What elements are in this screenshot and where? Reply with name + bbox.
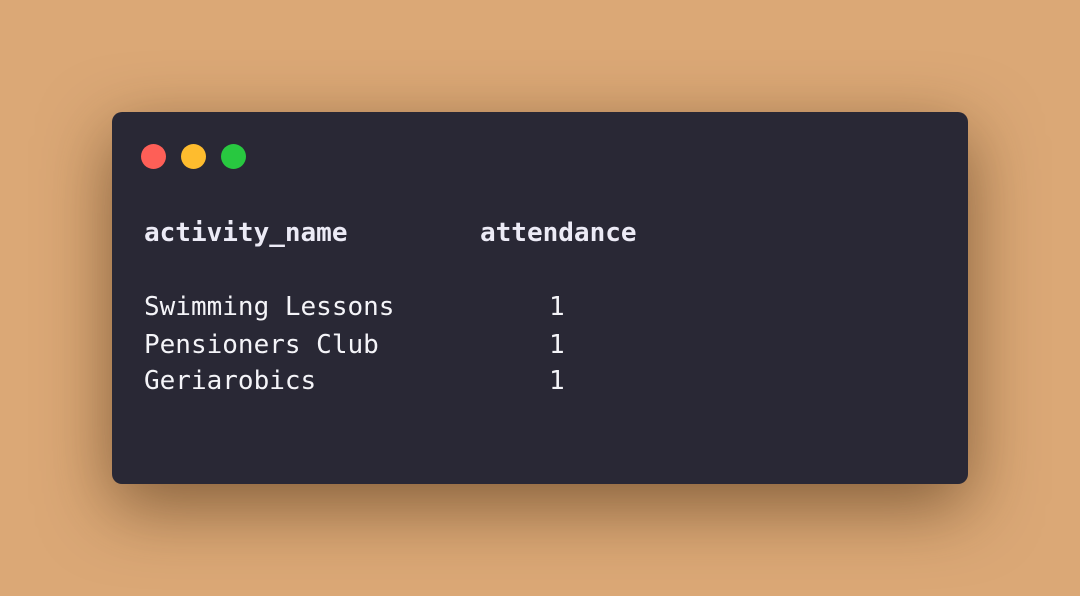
table-row-attendance: 1: [549, 330, 565, 360]
table-row-attendance: 1: [549, 292, 565, 322]
close-window-button[interactable]: [141, 144, 166, 169]
minimize-window-button[interactable]: [181, 144, 206, 169]
column-header-attendance: attendance: [480, 218, 637, 248]
table-row-activity-name: Pensioners Club: [144, 330, 379, 360]
table-row-activity-name: Geriarobics: [144, 366, 317, 396]
table-row-attendance: 1: [549, 366, 565, 396]
maximize-window-button[interactable]: [221, 144, 246, 169]
terminal-window: activity_name attendance Swimming Lesson…: [112, 112, 968, 484]
column-header-activity-name: activity_name: [144, 218, 348, 248]
table-row-activity-name: Swimming Lessons: [144, 292, 395, 322]
